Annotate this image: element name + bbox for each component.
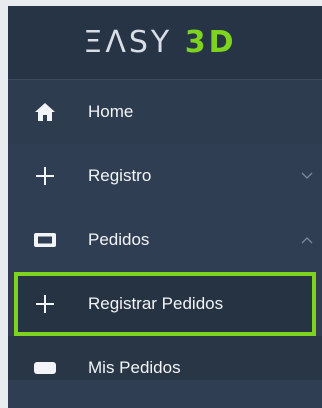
sidebar-item-pedidos[interactable]: Pedidos	[8, 208, 322, 272]
sidebar-menu: Home Registro Pedidos Registrar Pedidos …	[8, 80, 322, 400]
logo-text-accent: 3D	[184, 25, 237, 60]
sidebar-item-registrar-pedidos[interactable]: Registrar Pedidos	[14, 272, 316, 336]
logo[interactable]: ΞΛSY 3D	[83, 25, 236, 60]
chevron-up-icon[interactable]	[300, 233, 314, 247]
chevron-down-icon[interactable]	[300, 169, 314, 183]
brand-header: ΞΛSY 3D	[8, 6, 322, 80]
sidebar-item-label: Registro	[88, 166, 152, 185]
plus-icon	[32, 163, 58, 189]
sidebar-item-label: Pedidos	[88, 230, 150, 249]
sidebar-item-label: Mis Pedidos	[88, 358, 181, 377]
ticket-icon	[32, 227, 58, 253]
sidebar-item-home[interactable]: Home	[8, 80, 322, 144]
plus-icon	[32, 291, 58, 317]
sidebar-item-label: Registrar Pedidos	[88, 294, 224, 313]
sidebar: ΞΛSY 3D Home Registro Pedidos Registrar …	[8, 6, 322, 408]
ticket-icon	[32, 355, 58, 381]
sidebar-item-registro[interactable]: Registro	[8, 144, 322, 208]
sidebar-bottom	[8, 380, 322, 408]
home-icon	[32, 99, 58, 125]
logo-text-main: ΞΛSY	[83, 25, 185, 60]
sidebar-item-label: Home	[88, 102, 134, 121]
